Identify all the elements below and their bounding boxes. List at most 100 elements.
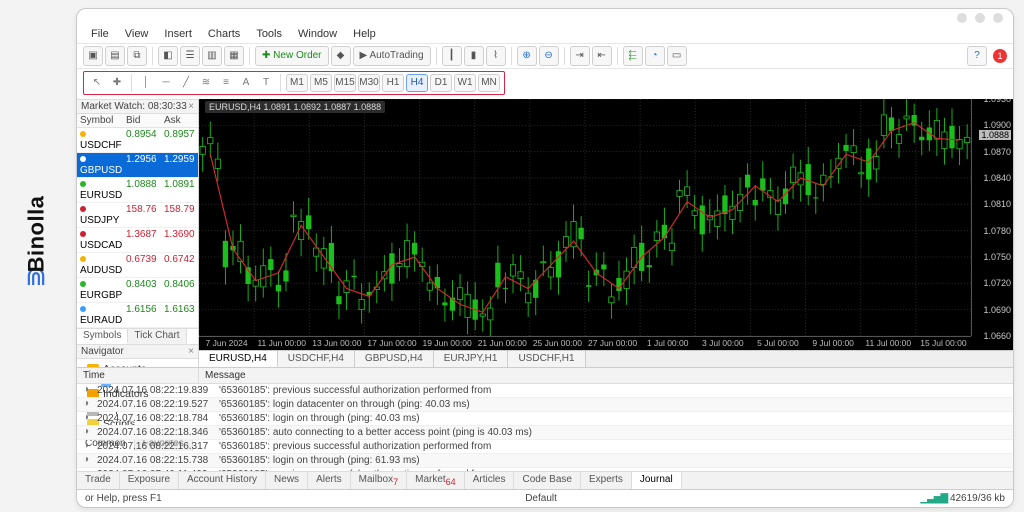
tool-new-chart-icon[interactable]: ▣ <box>83 46 103 66</box>
mw-tab-tickchart[interactable]: Tick Chart <box>128 329 186 344</box>
tool-profiles-icon[interactable]: ⧉ <box>127 46 147 66</box>
equidistant-icon[interactable]: ≋ <box>197 74 215 92</box>
tf-m5[interactable]: M5 <box>310 74 332 92</box>
term-tab-mailbox[interactable]: Mailbox7 <box>351 472 407 489</box>
mw-row-EURUSD[interactable]: EURUSD 1.0888 1.0891 <box>77 178 198 203</box>
term-tab-articles[interactable]: Articles <box>465 472 515 489</box>
market-watch-title: Market Watch: 08:30:33 × <box>77 99 198 114</box>
tf-mn[interactable]: MN <box>478 74 500 92</box>
chart-tab-1[interactable]: USDCHF,H4 <box>278 351 355 367</box>
fibo-icon[interactable]: ≡ <box>217 74 235 92</box>
log-info-icon: ◑ <box>77 426 95 439</box>
term-tab-news[interactable]: News <box>266 472 308 489</box>
tf-h1[interactable]: H1 <box>382 74 404 92</box>
market-watch-rows: USDCHF 0.8954 0.8957 GBPUSD 1.2956 1.295… <box>77 128 198 328</box>
term-tab-journal[interactable]: Journal <box>632 472 682 489</box>
terminal-row[interactable]: ◑ 2024.07.16 08:22:19.839 '65360185': pr… <box>77 384 1013 398</box>
app-window: File View Insert Charts Tools Window Hel… <box>76 8 1014 508</box>
tf-w1[interactable]: W1 <box>454 74 476 92</box>
mw-row-GBPUSD[interactable]: GBPUSD 1.2956 1.2959 <box>77 153 198 178</box>
terminal-row[interactable]: ◑ 2024.07.16 08:22:18.784 '65360185': lo… <box>77 412 1013 426</box>
chart-tab-3[interactable]: EURJPY,H1 <box>434 351 509 367</box>
new-order-button[interactable]: ✚ New Order <box>255 46 329 66</box>
last-price-label: 1.0888 <box>979 130 1011 140</box>
term-col-message[interactable]: Message <box>199 368 252 383</box>
alert-badge[interactable]: 1 <box>993 49 1007 63</box>
tool-navigator-icon[interactable]: ☰ <box>180 46 200 66</box>
navigator-close-icon[interactable]: × <box>188 346 194 357</box>
mw-row-USDCAD[interactable]: USDCAD 1.3687 1.3690 <box>77 228 198 253</box>
terminal-row[interactable]: ◑ 2024.07.16 08:22:15.738 '65360185': lo… <box>77 454 1013 468</box>
tool-market-watch-icon[interactable]: ◧ <box>158 46 178 66</box>
term-tab-account-history[interactable]: Account History <box>179 472 266 489</box>
market-watch-close-icon[interactable]: × <box>188 101 194 112</box>
tool-strategy-tester-icon[interactable]: ▦ <box>224 46 244 66</box>
term-col-time[interactable]: Time <box>77 368 199 383</box>
terminal-row[interactable]: ◑ 2024.07.16 08:22:19.527 '65360185': lo… <box>77 398 1013 412</box>
terminal-row[interactable]: ◑ 2024.07.16 08:22:16.317 '65360185': pr… <box>77 440 1013 454</box>
tf-m15[interactable]: M15 <box>334 74 356 92</box>
mw-row-AUDUSD[interactable]: AUDUSD 0.6739 0.6742 <box>77 253 198 278</box>
crosshair-icon[interactable]: ✚ <box>108 74 126 92</box>
window-max-icon[interactable] <box>975 13 985 23</box>
tool-templates-icon[interactable]: ▭ <box>667 46 687 66</box>
chart-tab-4[interactable]: USDCHF,H1 <box>508 351 585 367</box>
mw-row-USDJPY[interactable]: USDJPY 158.76 158.79 <box>77 203 198 228</box>
vline-icon[interactable]: │ <box>137 74 155 92</box>
tool-zoom-in-icon[interactable]: ⊕ <box>517 46 537 66</box>
mw-row-USDCHF[interactable]: USDCHF 0.8954 0.8957 <box>77 128 198 153</box>
term-tab-exposure[interactable]: Exposure <box>120 472 179 489</box>
window-close-icon[interactable] <box>993 13 1003 23</box>
tool-line-chart-icon[interactable]: ⌇ <box>486 46 506 66</box>
menu-tools[interactable]: Tools <box>250 27 288 41</box>
help-icon[interactable]: ? <box>967 46 987 66</box>
term-tab-code-base[interactable]: Code Base <box>514 472 580 489</box>
tool-open-icon[interactable]: ▤ <box>105 46 125 66</box>
term-tab-alerts[interactable]: Alerts <box>308 472 351 489</box>
tool-terminal-icon[interactable]: ▥ <box>202 46 222 66</box>
price-chart[interactable]: EURUSD,H4 1.0891 1.0892 1.0887 1.0888 1.… <box>199 99 1013 350</box>
terminal-rows: ◑ 2024.07.16 08:22:19.839 '65360185': pr… <box>77 384 1013 471</box>
tool-periods-icon[interactable]: ◔ <box>645 46 665 66</box>
cursor-icon[interactable]: ↖ <box>88 74 106 92</box>
tool-indicators-icon[interactable]: ⬱ <box>623 46 643 66</box>
term-tab-market[interactable]: Market64 <box>407 472 465 489</box>
text-icon[interactable]: A <box>237 74 255 92</box>
mw-row-EURAUD[interactable]: EURAUD 1.6156 1.6163 <box>77 303 198 328</box>
tf-h4[interactable]: H4 <box>406 74 428 92</box>
autotrading-button[interactable]: ▶ AutoTrading <box>353 46 431 66</box>
trendline-icon[interactable]: ╱ <box>177 74 195 92</box>
signal-icon: ▁▃▅▇ <box>920 493 947 504</box>
mw-tab-symbols[interactable]: Symbols <box>77 329 128 344</box>
menu-insert[interactable]: Insert <box>158 27 198 41</box>
chart-tab-0[interactable]: EURUSD,H4 <box>199 351 278 367</box>
tf-m1[interactable]: M1 <box>286 74 308 92</box>
menu-file[interactable]: File <box>85 27 115 41</box>
menu-window[interactable]: Window <box>292 27 343 41</box>
terminal-panel: Time Message ◑ 2024.07.16 08:22:19.839 '… <box>77 367 1013 489</box>
menu-charts[interactable]: Charts <box>202 27 246 41</box>
tool-zoom-out-icon[interactable]: ⊖ <box>539 46 559 66</box>
label-icon[interactable]: T <box>257 74 275 92</box>
menu-help[interactable]: Help <box>347 27 382 41</box>
window-min-icon[interactable] <box>957 13 967 23</box>
tf-m30[interactable]: M30 <box>358 74 380 92</box>
menu-view[interactable]: View <box>119 27 155 41</box>
menu-bar: File View Insert Charts Tools Window Hel… <box>77 27 1013 44</box>
market-watch-header: SymbolBidAsk <box>77 114 198 128</box>
chart-tab-2[interactable]: GBPUSD,H4 <box>355 351 434 367</box>
tf-d1[interactable]: D1 <box>430 74 452 92</box>
terminal-row[interactable]: ◑ 2024.07.16 08:22:18.346 '65360185': au… <box>77 426 1013 440</box>
tool-bar-chart-icon[interactable]: ┃ <box>442 46 462 66</box>
log-info-icon: ◑ <box>77 384 95 397</box>
tool-chart-shift-icon[interactable]: ⇤ <box>592 46 612 66</box>
chart-y-axis: 1.09301.09001.08701.08401.08101.07801.07… <box>971 99 1013 336</box>
tool-mql-icon[interactable]: ◆ <box>331 46 351 66</box>
chart-tabs: EURUSD,H4 USDCHF,H4 GBPUSD,H4 EURJPY,H1 … <box>199 350 1013 367</box>
term-tab-experts[interactable]: Experts <box>581 472 632 489</box>
term-tab-trade[interactable]: Trade <box>77 472 120 489</box>
hline-icon[interactable]: ─ <box>157 74 175 92</box>
tool-auto-scroll-icon[interactable]: ⇥ <box>570 46 590 66</box>
mw-row-EURGBP[interactable]: EURGBP 0.8403 0.8406 <box>77 278 198 303</box>
tool-candles-icon[interactable]: ▮ <box>464 46 484 66</box>
